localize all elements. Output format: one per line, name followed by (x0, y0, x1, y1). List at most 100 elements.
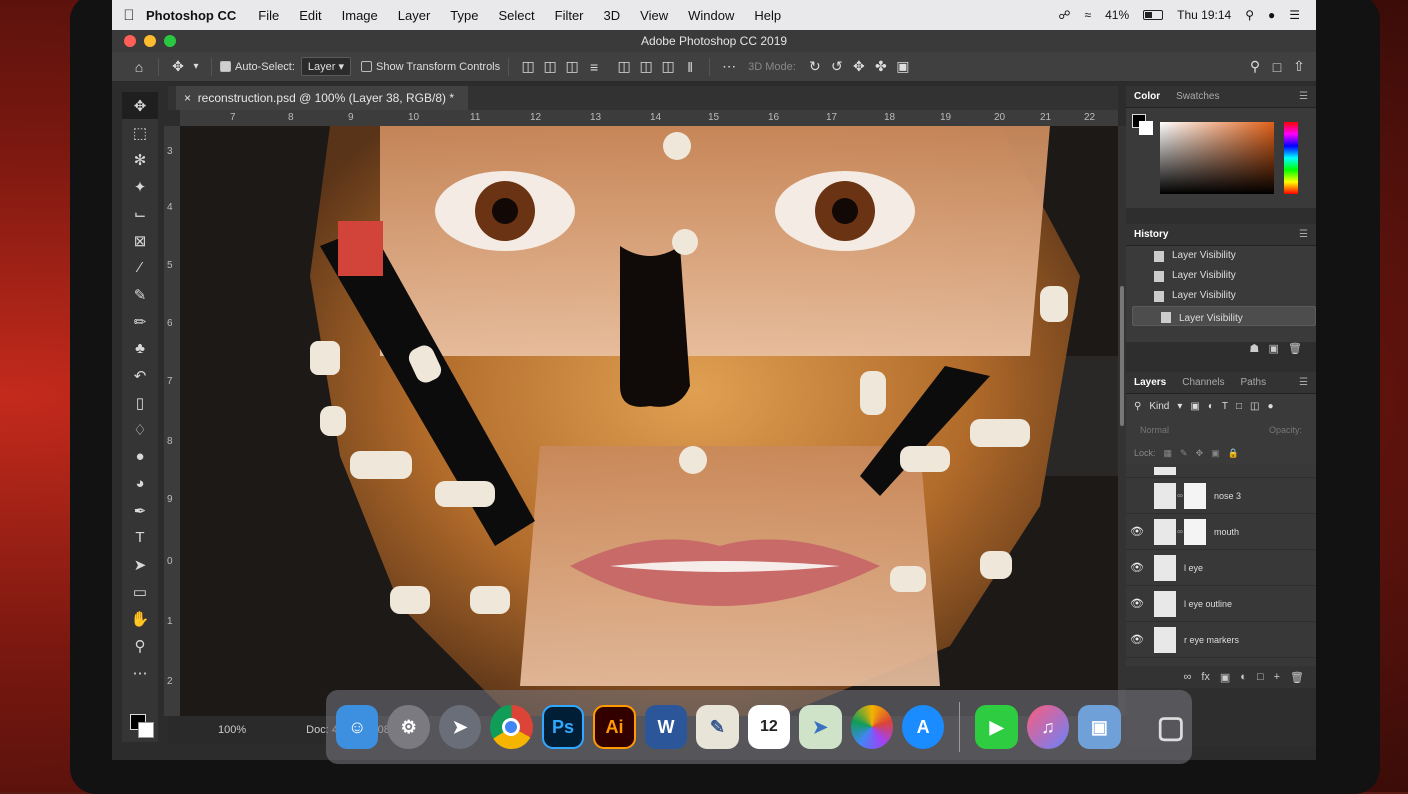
zoom-tool[interactable]: ⚲ (122, 632, 158, 659)
menu-type[interactable]: Type (450, 8, 478, 23)
layer-row[interactable]: 👁 l eye outline (1126, 586, 1316, 622)
zoom-button[interactable] (164, 35, 176, 47)
tab-color[interactable]: Color (1134, 91, 1160, 102)
document-tab[interactable]: × reconstruction.psd @ 100% (Layer 38, R… (176, 86, 468, 110)
lock-transparent-icon[interactable]: ▦ (1164, 448, 1173, 459)
3d-orbit-icon[interactable]: ↻ (804, 58, 826, 75)
fx-icon[interactable]: fx (1201, 671, 1210, 683)
magic-wand-tool[interactable]: ✦ (122, 173, 158, 200)
image-capture-icon[interactable]: ▣ (1078, 705, 1121, 749)
system-preferences-icon[interactable]: ⚙ (387, 705, 430, 749)
blur-tool[interactable]: ● (122, 443, 158, 470)
adjustment-layer-icon[interactable]: ◐ (1240, 671, 1247, 683)
new-layer-icon[interactable]: + (1274, 671, 1280, 683)
menu-image[interactable]: Image (342, 8, 378, 23)
align-center-icon[interactable]: ◫ (539, 58, 561, 75)
clone-stamp-tool[interactable]: ♣ (122, 335, 158, 362)
menu-file[interactable]: File (258, 8, 279, 23)
pen-tool[interactable]: ✒ (122, 497, 158, 524)
align-bottom-icon[interactable]: ◫ (657, 58, 679, 75)
more-tools-icon[interactable]: ⋯ (122, 659, 158, 686)
lock-all-icon[interactable]: 🔒 (1228, 448, 1239, 459)
menu-select[interactable]: Select (498, 8, 534, 23)
dodge-tool[interactable]: ◕ (122, 470, 158, 497)
creative-cloud-icon[interactable]: ☍ (1058, 8, 1070, 22)
photos-icon[interactable] (850, 705, 893, 749)
tab-layers[interactable]: Layers (1134, 377, 1166, 388)
blend-mode-dropdown[interactable]: Normal (1140, 425, 1169, 435)
align-right-icon[interactable]: ◫ (561, 58, 583, 75)
notification-center-icon[interactable]: ☰ (1289, 8, 1300, 22)
panel-menu-icon[interactable]: ☰ (1299, 377, 1316, 388)
calendar-icon[interactable]: 12 (747, 705, 791, 749)
3d-pan-icon[interactable]: ✥ (848, 58, 870, 75)
background-swatch[interactable] (1139, 121, 1153, 135)
layer-name[interactable]: l eye outline (1184, 599, 1232, 609)
layer-row[interactable]: 👁 l eye (1126, 550, 1316, 586)
eraser-tool[interactable]: ▯ (122, 389, 158, 416)
menu-edit[interactable]: Edit (299, 8, 321, 23)
canvas-vertical-scrollbar[interactable] (1118, 126, 1126, 716)
healing-brush-tool[interactable]: ✎ (122, 281, 158, 308)
new-group-icon[interactable]: □ (1257, 671, 1264, 683)
filter-smart-object-icon[interactable]: ◫ (1250, 401, 1259, 412)
3d-roll-icon[interactable]: ↺ (826, 58, 848, 75)
trash-icon[interactable]: ▢ (1150, 705, 1192, 749)
color-swatches[interactable] (1132, 114, 1154, 136)
minimize-button[interactable] (144, 35, 156, 47)
3d-scale-icon[interactable]: ▣ (892, 58, 914, 75)
kind-filter[interactable]: Kind (1149, 401, 1169, 412)
show-transform-checkbox[interactable] (361, 61, 373, 72)
illustrator-icon[interactable]: Ai (593, 705, 636, 749)
filter-adjustment-icon[interactable]: ◐ (1208, 401, 1214, 412)
layer-name[interactable]: nose 3 (1214, 491, 1241, 501)
paint-bucket-tool[interactable]: ♢ (122, 416, 158, 443)
distribute-icon[interactable]: ≡ (583, 59, 605, 75)
menu-layer[interactable]: Layer (398, 8, 431, 23)
align-top-icon[interactable]: ◫ (613, 58, 635, 75)
close-button[interactable] (124, 35, 136, 47)
hand-tool[interactable]: ✋ (122, 605, 158, 632)
frame-tool[interactable]: ⊠ (122, 227, 158, 254)
snapshot-icon[interactable]: ▣ (1268, 343, 1278, 355)
clock[interactable]: Thu 19:14 (1177, 8, 1231, 22)
facetime-icon[interactable]: ▶ (975, 705, 1018, 749)
launchpad-icon[interactable]: ➤ (438, 705, 482, 749)
layer-name[interactable]: r eye markers (1184, 635, 1239, 645)
lock-position-icon[interactable]: ✥ (1196, 448, 1204, 459)
layer-row[interactable]: ∞ nose 3 (1126, 478, 1316, 514)
move-tool-icon[interactable]: ✥ (167, 58, 189, 75)
distribute-vertical-icon[interactable]: ‖ (679, 59, 701, 75)
share-icon[interactable]: ⇧ (1288, 58, 1310, 75)
siri-icon[interactable]: ● (1268, 8, 1275, 22)
eye-icon[interactable]: 👁 (1126, 633, 1148, 646)
chevron-down-icon[interactable]: ▾ (1177, 401, 1182, 412)
foreground-background-colors[interactable] (130, 714, 154, 738)
battery-icon[interactable] (1143, 10, 1164, 20)
new-document-from-state-icon[interactable]: ☗ (1249, 343, 1259, 355)
preview-icon[interactable]: ✎ (696, 705, 739, 749)
align-left-icon[interactable]: ◫ (517, 58, 539, 75)
eye-icon[interactable]: 👁 (1126, 525, 1148, 538)
more-icon[interactable]: ⋯ (718, 58, 740, 75)
eye-icon[interactable]: 👁 (1126, 561, 1148, 574)
opacity-label[interactable]: Opacity: (1269, 425, 1302, 435)
history-brush-tool[interactable]: ↶ (122, 362, 158, 389)
photoshop-icon[interactable]: Ps (541, 705, 585, 749)
marquee-tool[interactable]: ⬚ (122, 119, 158, 146)
tab-channels[interactable]: Channels (1182, 377, 1224, 388)
lock-artboard-icon[interactable]: ▣ (1211, 448, 1220, 459)
layer-name[interactable]: mouth (1214, 527, 1239, 537)
menu-3d[interactable]: 3D (604, 8, 621, 23)
rectangle-tool[interactable]: ▭ (122, 578, 158, 605)
search-icon[interactable]: ⚲ (1245, 8, 1254, 22)
filter-pixel-icon[interactable]: ▣ (1190, 401, 1199, 412)
eye-icon[interactable]: 👁 (1126, 597, 1148, 610)
history-item[interactable]: Layer Visibility (1126, 286, 1316, 306)
history-item[interactable]: Layer Visibility (1126, 246, 1316, 266)
layer-row[interactable]: 👁 r eye markers (1126, 622, 1316, 658)
add-mask-icon[interactable]: ▣ (1220, 671, 1230, 684)
layer-name[interactable]: l eye (1184, 563, 1203, 573)
panel-menu-icon[interactable]: ☰ (1299, 91, 1316, 102)
background-swatch[interactable] (138, 722, 154, 738)
